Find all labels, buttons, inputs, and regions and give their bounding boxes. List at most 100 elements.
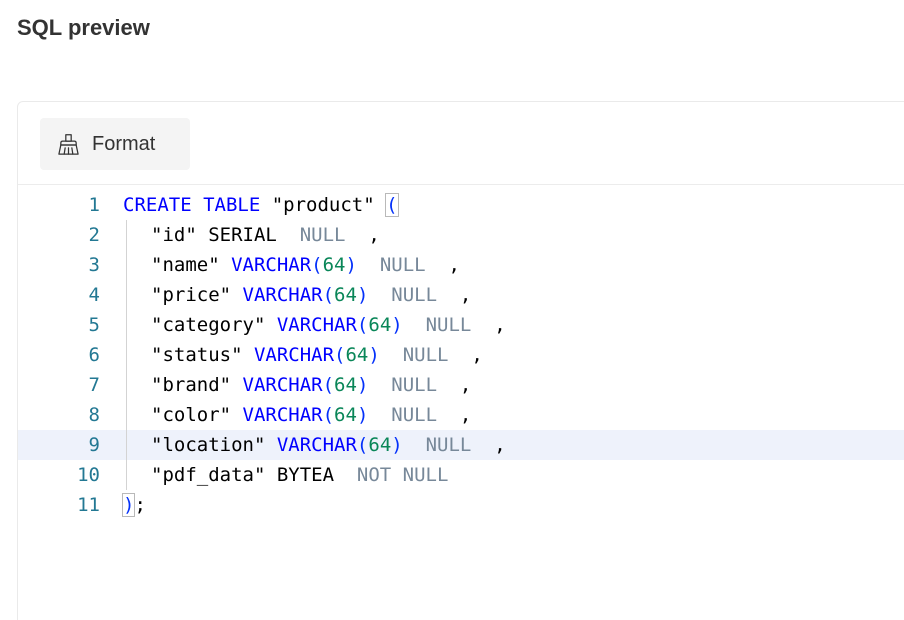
code-token: VARCHAR <box>242 284 323 306</box>
line-number: 10 <box>77 464 100 486</box>
code-text: "color" VARCHAR(64) NULL , <box>151 400 471 430</box>
code-token: "pdf_data" BYTEA <box>151 464 357 486</box>
code-token: , <box>448 344 483 366</box>
code-token: VARCHAR <box>253 344 335 366</box>
code-token: , <box>437 284 472 306</box>
code-token: "brand" <box>151 374 243 396</box>
code-token: ) <box>356 374 369 396</box>
code-line[interactable]: 9 "location" VARCHAR(64) NULL , <box>18 430 904 460</box>
code-token: VARCHAR <box>242 374 323 396</box>
code-token: "id" SERIAL <box>151 224 300 246</box>
code-line[interactable]: 5 "category" VARCHAR(64) NULL , <box>18 310 904 340</box>
code-token: ( <box>322 284 335 306</box>
code-token: VARCHAR <box>242 404 323 426</box>
code-token: ) <box>356 404 369 426</box>
code-token: ) <box>368 344 380 366</box>
code-token: , <box>437 404 472 426</box>
line-number: 5 <box>88 314 100 336</box>
code-token: NULL <box>391 404 438 426</box>
code-token: NOT NULL <box>356 464 449 486</box>
code-token: "price" <box>151 284 243 306</box>
code-token: "color" <box>151 404 243 426</box>
code-line[interactable]: 1 CREATE TABLE "product" ( <box>18 190 904 220</box>
code-text: "pdf_data" BYTEA NOT NULL <box>151 460 448 490</box>
code-token: 64 <box>368 314 392 336</box>
editor-toolbar: Format <box>18 102 904 185</box>
code-token: ( <box>311 254 323 276</box>
code-token: 64 <box>334 374 357 396</box>
code-line[interactable]: 3 "name" VARCHAR(64) NULL , <box>18 250 904 280</box>
sql-code-editor[interactable]: 1 CREATE TABLE "product" (2 "id" SERIAL NU… <box>18 185 904 620</box>
code-token: , <box>471 434 506 456</box>
code-token: 64 <box>345 344 369 366</box>
code-token: NULL <box>299 224 346 246</box>
line-number: 7 <box>88 374 100 396</box>
code-token: "product" <box>260 194 387 216</box>
code-token: 64 <box>334 284 357 306</box>
code-token: VARCHAR <box>276 434 357 456</box>
code-token: "status" <box>151 344 254 366</box>
code-token: , <box>345 224 380 246</box>
code-token: VARCHAR <box>276 314 357 336</box>
code-text: "brand" VARCHAR(64) NULL , <box>151 370 471 400</box>
line-number: 3 <box>88 254 100 276</box>
code-token: NULL <box>379 254 426 276</box>
code-token: ( <box>385 193 399 217</box>
code-token: ) <box>391 314 403 336</box>
code-token: ( <box>334 344 346 366</box>
code-token: NULL <box>402 344 449 366</box>
code-text: "id" SERIAL NULL , <box>151 220 380 250</box>
code-line[interactable]: 7 "brand" VARCHAR(64) NULL , <box>18 370 904 400</box>
code-line[interactable]: 2 "id" SERIAL NULL , <box>18 220 904 250</box>
code-token: ) <box>121 493 136 517</box>
code-token: ; <box>134 494 146 516</box>
line-number: 2 <box>88 224 100 246</box>
code-text: "name" VARCHAR(64) NULL , <box>151 250 460 280</box>
code-token: VARCHAR <box>231 254 312 276</box>
code-token: NULL <box>425 314 472 336</box>
code-line[interactable]: 11); <box>18 490 904 520</box>
code-token: ( <box>322 404 335 426</box>
code-token: , <box>471 314 506 336</box>
code-text: "category" VARCHAR(64) NULL , <box>151 310 506 340</box>
code-line[interactable]: 4 "price" VARCHAR(64) NULL , <box>18 280 904 310</box>
line-number: 9 <box>88 434 100 456</box>
sql-preview-panel: Format 1 CREATE TABLE "product" (2 "id" SE… <box>17 101 904 620</box>
line-number: 8 <box>88 404 100 426</box>
code-token: 64 <box>334 404 357 426</box>
code-line[interactable]: 8 "color" VARCHAR(64) NULL , <box>18 400 904 430</box>
format-button-label: Format <box>92 132 156 155</box>
code-text: "price" VARCHAR(64) NULL , <box>151 280 471 310</box>
brush-icon <box>58 133 79 155</box>
code-token: ( <box>322 374 335 396</box>
line-number: 1 <box>88 194 100 216</box>
code-token: ) <box>345 254 357 276</box>
code-text: "location" VARCHAR(64) NULL , <box>151 430 506 460</box>
page-title: SQL preview <box>17 15 150 40</box>
code-line[interactable]: 10 "pdf_data" BYTEA NOT NULL <box>18 460 904 490</box>
code-token: NULL <box>391 374 438 396</box>
code-line[interactable]: 6 "status" VARCHAR(64) NULL , <box>18 340 904 370</box>
format-button[interactable]: Format <box>40 118 190 170</box>
code-text: "status" VARCHAR(64) NULL , <box>151 340 483 370</box>
code-token: ( <box>356 434 369 456</box>
code-token: ( <box>356 314 369 336</box>
code-token: 64 <box>368 434 392 456</box>
line-number: 11 <box>77 494 100 516</box>
line-number: 4 <box>88 284 100 306</box>
code-text: CREATE TABLE "product" ( <box>123 190 399 220</box>
code-token: 64 <box>322 254 346 276</box>
code-token: , <box>425 254 460 276</box>
indent-guide <box>126 220 127 490</box>
line-number: 6 <box>88 344 100 366</box>
code-token: CREATE TABLE <box>123 194 261 216</box>
code-token: ) <box>391 434 403 456</box>
code-token: ) <box>356 284 369 306</box>
